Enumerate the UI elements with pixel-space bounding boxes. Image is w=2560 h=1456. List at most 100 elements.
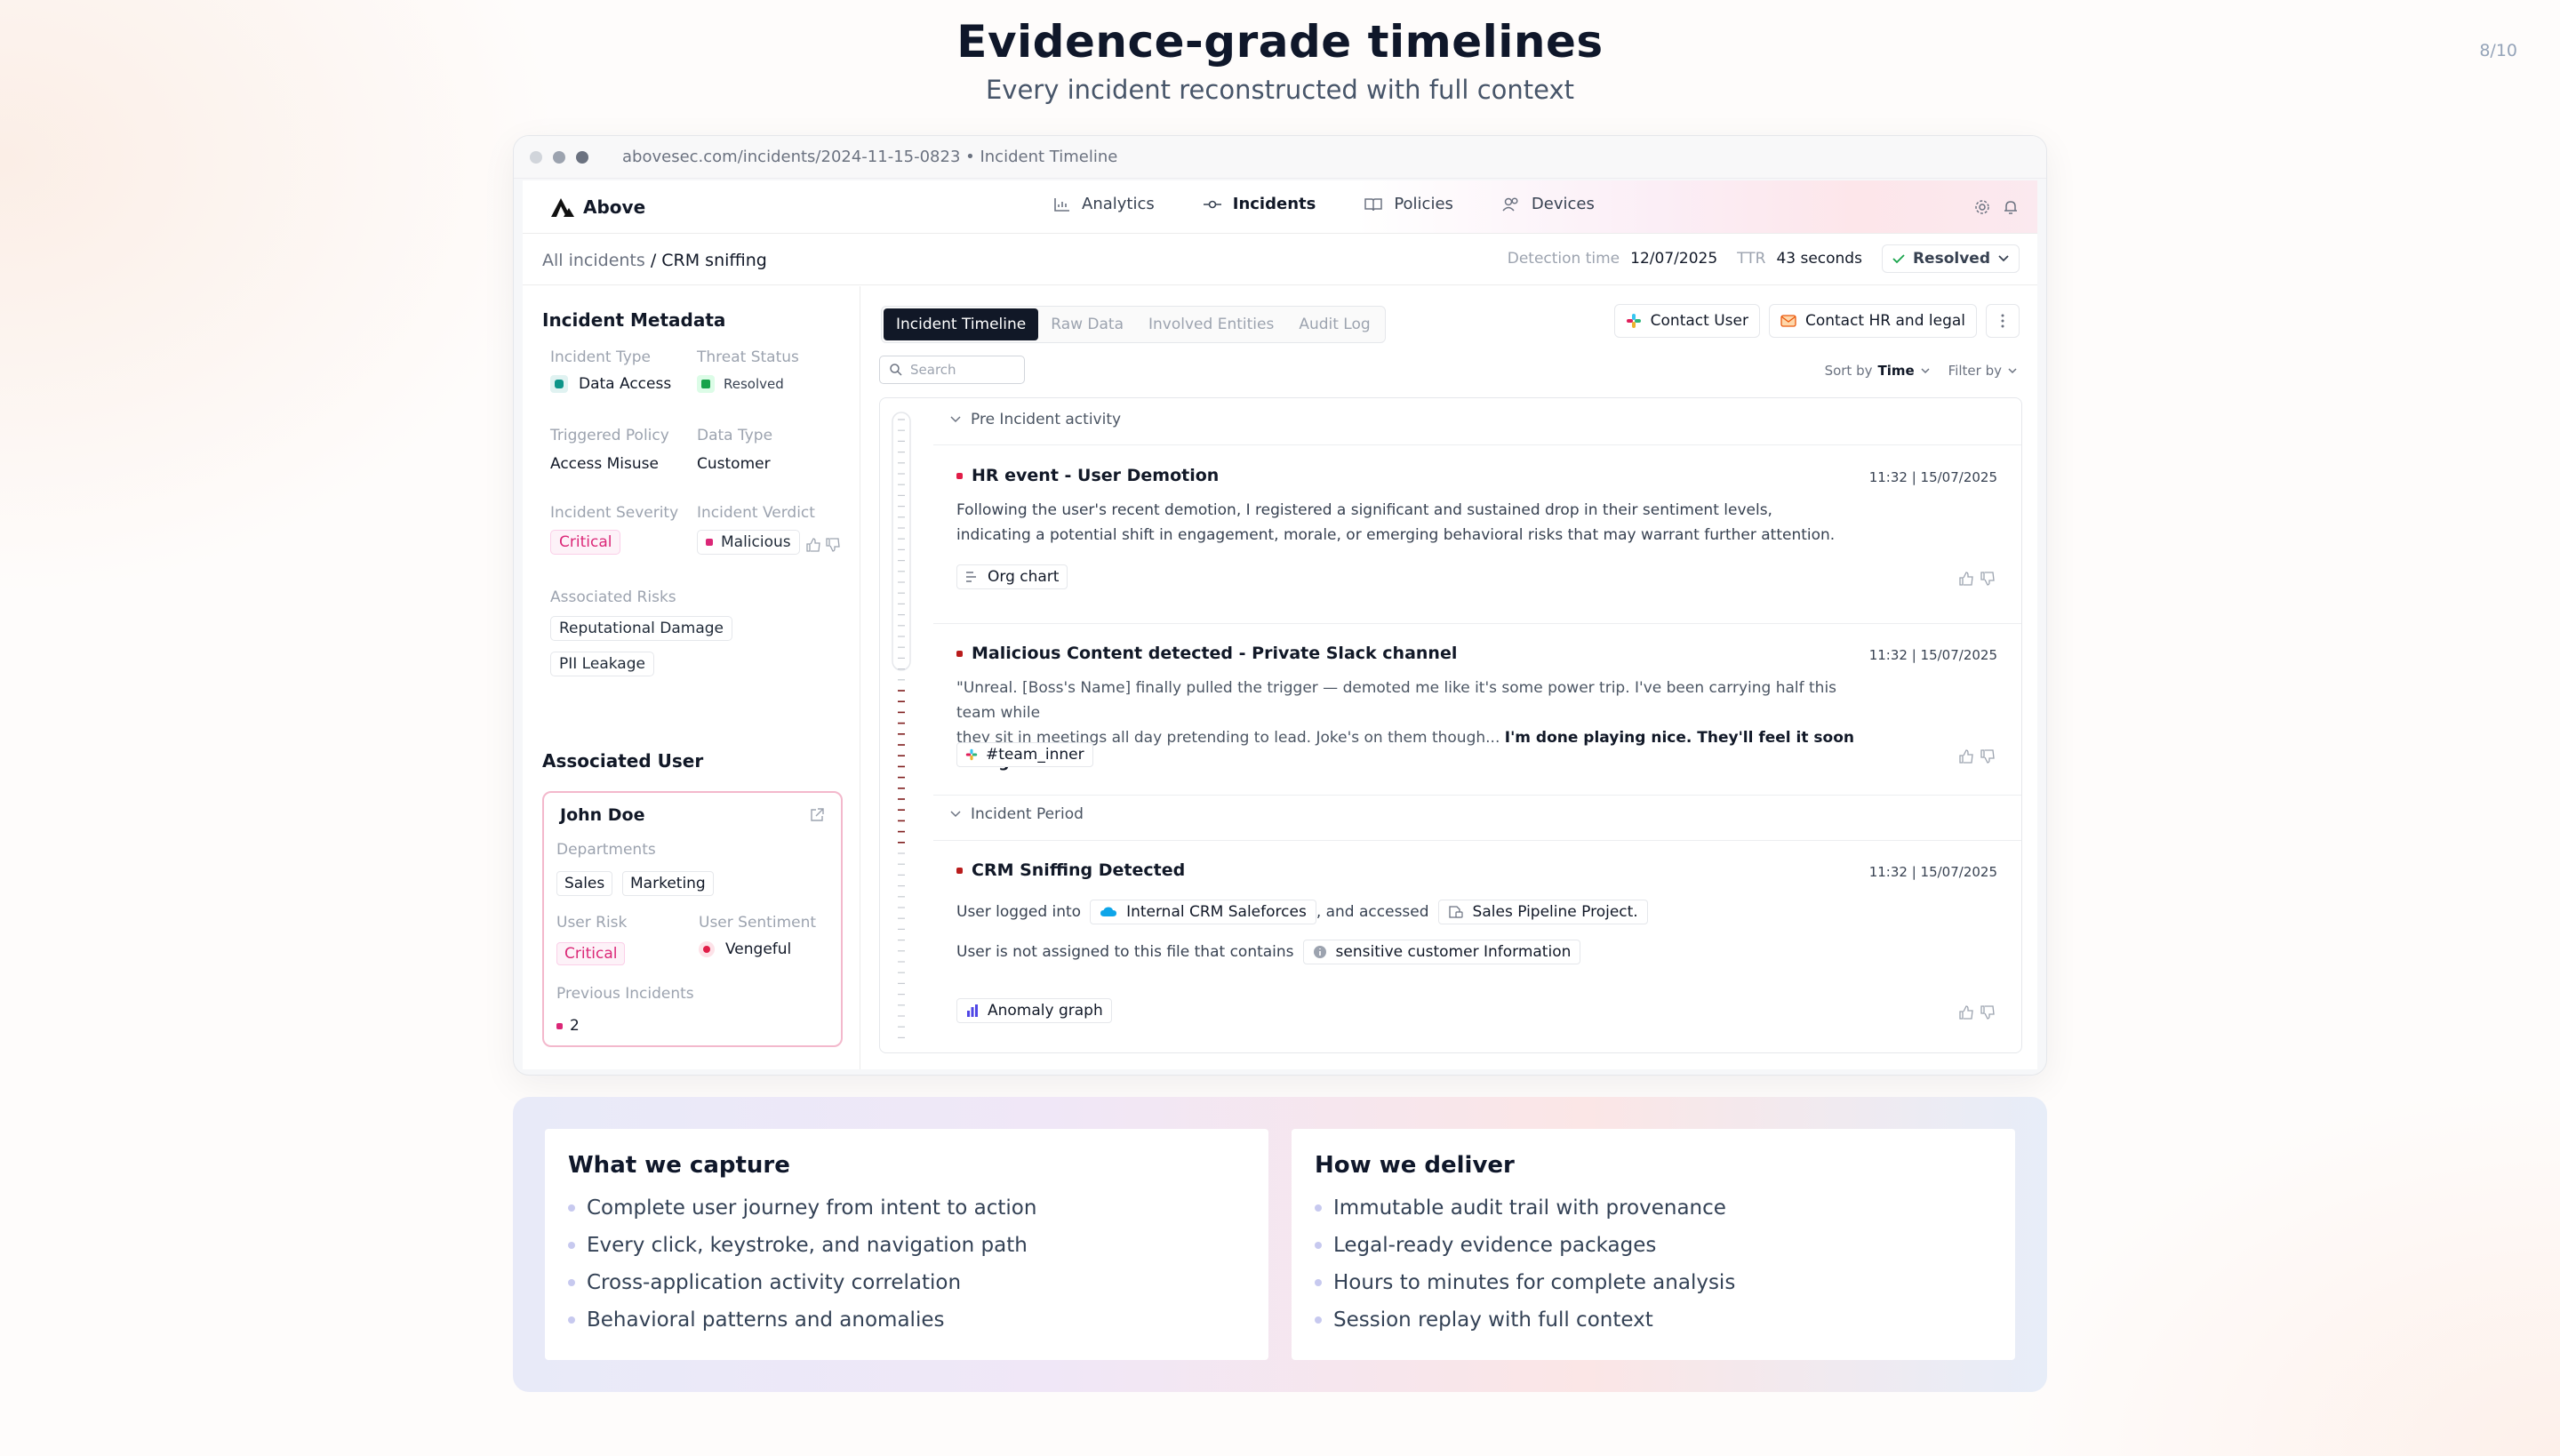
event-time: 11:32 | 15/07/2025 bbox=[1868, 469, 1997, 485]
chevron-down-icon bbox=[950, 811, 961, 818]
event-text: , and accessed bbox=[1316, 903, 1429, 921]
search-placeholder: Search bbox=[910, 362, 956, 378]
chip-label: Sales Pipeline Project. bbox=[1472, 903, 1638, 921]
user-risk-badge: Critical bbox=[556, 942, 626, 965]
anomaly-graph-chip[interactable]: Anomaly graph bbox=[956, 998, 1112, 1023]
chevron-down-icon bbox=[1998, 255, 2009, 262]
tab-involved-entities[interactable]: Involved Entities bbox=[1136, 308, 1286, 340]
contact-hr-button[interactable]: Contact HR and legal bbox=[1768, 304, 1977, 338]
event-time: 11:32 | 15/07/2025 bbox=[1868, 647, 1997, 663]
sensitive-info-chip[interactable]: sensitive customer Information bbox=[1302, 940, 1581, 964]
department-chip: Marketing bbox=[622, 871, 714, 896]
view-tabs: Incident Timeline Raw Data Involved Enti… bbox=[881, 306, 1386, 343]
brand-logo[interactable]: Above bbox=[549, 196, 645, 219]
list-item: Immutable audit trail with provenance bbox=[1315, 1189, 1992, 1227]
bell-icon[interactable] bbox=[2002, 198, 2020, 216]
feedback-buttons bbox=[1958, 748, 1996, 764]
window-minimize-dot[interactable] bbox=[553, 150, 565, 164]
thumbs-down-icon[interactable] bbox=[1980, 571, 1996, 587]
sort-filter-bar: Sort by Time Filter by bbox=[1825, 363, 2018, 379]
external-link-icon[interactable] bbox=[809, 807, 825, 823]
tab-raw-data[interactable]: Raw Data bbox=[1038, 308, 1136, 340]
thumbs-up-icon[interactable] bbox=[1958, 1004, 1974, 1020]
list-item: Complete user journey from intent to act… bbox=[568, 1189, 1245, 1227]
bullet-dot bbox=[1315, 1204, 1322, 1212]
user-sentiment-label: User Sentiment bbox=[699, 914, 817, 932]
verdict-feedback-thumbs-icon[interactable] bbox=[805, 537, 843, 553]
chevron-down-icon bbox=[2008, 368, 2017, 374]
main-nav: Analytics Incidents Policies Devices bbox=[1053, 195, 1643, 213]
nav-analytics[interactable]: Analytics bbox=[1053, 195, 1155, 213]
list-item-text: Session replay with full context bbox=[1333, 1308, 1653, 1332]
thumbs-down-icon[interactable] bbox=[1980, 1004, 1996, 1020]
salesforce-cloud-icon bbox=[1100, 907, 1117, 916]
list-item: Hours to minutes for complete analysis bbox=[1315, 1264, 1992, 1301]
list-item-text: Legal-ready evidence packages bbox=[1333, 1234, 1657, 1257]
gear-icon[interactable] bbox=[1973, 198, 1991, 216]
incident-subbar: All incidents / CRM sniffing Detection t… bbox=[523, 236, 2037, 285]
contact-user-label: Contact User bbox=[1650, 312, 1748, 330]
nav-incidents-label: Incidents bbox=[1232, 195, 1316, 213]
user-card[interactable]: John Doe Departments Sales Marketing Use… bbox=[542, 791, 843, 1047]
chart-icon bbox=[1054, 197, 1069, 212]
org-chart-icon bbox=[966, 572, 976, 582]
metadata-heading: Incident Metadata bbox=[542, 309, 726, 331]
capture-card: What we capture Complete user journey fr… bbox=[545, 1129, 1268, 1360]
capture-list: Complete user journey from intent to act… bbox=[568, 1189, 1245, 1339]
status-dropdown[interactable]: Resolved bbox=[1881, 244, 2020, 273]
bullet-dot bbox=[568, 1316, 575, 1324]
contact-user-button[interactable]: Contact User bbox=[1613, 304, 1760, 338]
org-chart-chip[interactable]: Org chart bbox=[956, 564, 1068, 589]
url-bar[interactable]: abovesec.com/incidents/2024-11-15-0823 •… bbox=[622, 148, 1117, 166]
timeline-scrubber[interactable] bbox=[889, 407, 914, 1047]
feature-panel: What we capture Complete user journey fr… bbox=[513, 1097, 2047, 1392]
search-input[interactable]: Search bbox=[879, 356, 1025, 384]
nav-incidents[interactable]: Incidents bbox=[1203, 195, 1316, 213]
tab-incident-timeline[interactable]: Incident Timeline bbox=[884, 308, 1039, 340]
previous-incidents-value[interactable]: 2 bbox=[556, 1017, 580, 1035]
event-text: User is not assigned to this file that c… bbox=[956, 943, 1294, 961]
list-item-text: Immutable audit trail with provenance bbox=[1333, 1196, 1726, 1220]
nav-devices[interactable]: Devices bbox=[1501, 195, 1595, 213]
thumbs-up-icon[interactable] bbox=[1958, 748, 1974, 764]
file-chip[interactable]: Sales Pipeline Project. bbox=[1437, 900, 1648, 924]
sentiment-icon bbox=[699, 941, 715, 957]
thumbs-up-icon[interactable] bbox=[1958, 571, 1974, 587]
list-item: Behavioral patterns and anomalies bbox=[568, 1301, 1245, 1339]
brand-name: Above bbox=[583, 196, 646, 218]
list-item: Cross-application activity correlation bbox=[568, 1264, 1245, 1301]
sort-dropdown[interactable]: Time bbox=[1877, 363, 1914, 379]
group-header-incident-period[interactable]: Incident Period bbox=[949, 805, 1084, 823]
chip-label: sensitive customer Information bbox=[1335, 943, 1572, 961]
window-maximize-dot[interactable] bbox=[576, 150, 588, 164]
event-marker bbox=[956, 867, 963, 874]
list-item: Session replay with full context bbox=[1315, 1301, 1992, 1339]
event-body-line: indicating a potential shift in engageme… bbox=[956, 526, 1836, 544]
slack-channel-chip[interactable]: #team_inner bbox=[956, 742, 1093, 767]
chip-label: Anomaly graph bbox=[988, 1002, 1103, 1020]
event-title-text: Malicious Content detected - Private Sla… bbox=[972, 644, 1458, 663]
tab-audit-log[interactable]: Audit Log bbox=[1286, 308, 1382, 340]
event-body-line: Following the user's recent demotion, I … bbox=[956, 501, 1772, 519]
chip-label: #team_inner bbox=[986, 746, 1084, 764]
risk-chip: PII Leakage bbox=[550, 652, 654, 676]
slide-subtitle: Every incident reconstructed with full c… bbox=[985, 75, 1574, 105]
verdict-text: Malicious bbox=[721, 533, 791, 551]
triggered-policy-label: Triggered Policy bbox=[550, 427, 669, 444]
breadcrumb-all-incidents[interactable]: All incidents bbox=[542, 251, 645, 270]
bullet-dot bbox=[568, 1204, 575, 1212]
event-detail-line: User logged into Internal CRM Saleforces… bbox=[956, 900, 1657, 924]
thumbs-down-icon[interactable] bbox=[1980, 748, 1996, 764]
group-header-pre-incident[interactable]: Pre Incident activity bbox=[949, 411, 1121, 428]
page-number: 8/10 bbox=[2479, 41, 2517, 60]
crm-app-chip[interactable]: Internal CRM Saleforces bbox=[1090, 900, 1316, 924]
associated-user-heading: Associated User bbox=[542, 750, 704, 772]
nav-policies[interactable]: Policies bbox=[1364, 195, 1453, 213]
threat-status-label: Threat Status bbox=[697, 348, 799, 366]
window-close-dot[interactable] bbox=[530, 150, 542, 164]
more-options-button[interactable] bbox=[1986, 304, 2020, 338]
group-title: Incident Period bbox=[971, 805, 1084, 823]
event-marker bbox=[956, 472, 963, 479]
filter-dropdown[interactable]: Filter by bbox=[1948, 363, 2002, 379]
breadcrumb: All incidents / CRM sniffing bbox=[542, 251, 767, 270]
